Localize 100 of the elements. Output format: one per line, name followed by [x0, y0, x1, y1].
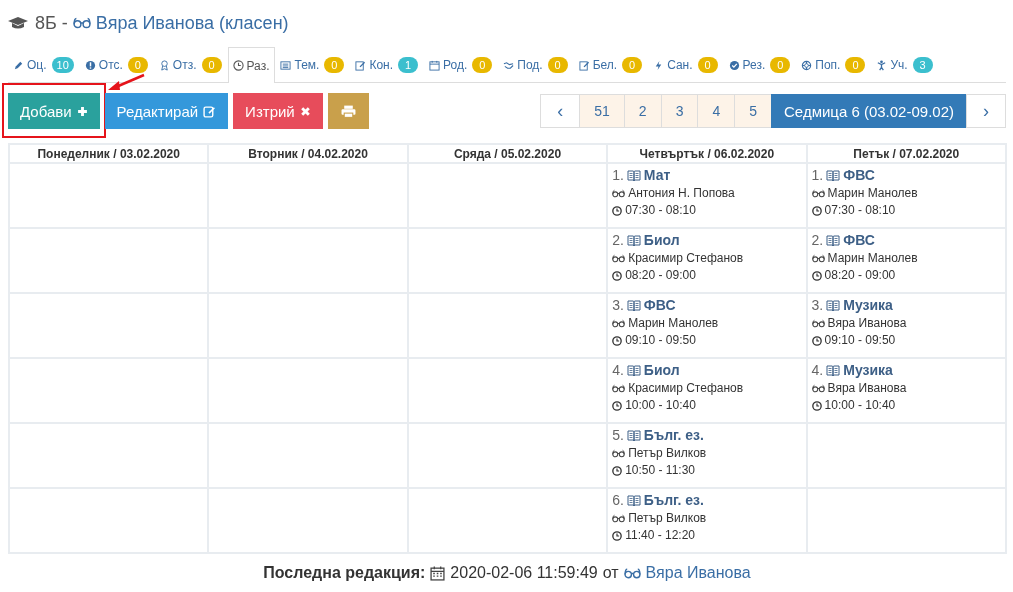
tab[interactable]: Оц. 10: [8, 47, 80, 82]
lesson-time: 11:40 - 12:20: [625, 527, 695, 544]
lesson-time: 10:00 - 10:40: [625, 397, 696, 414]
close-icon: [299, 105, 311, 117]
add-button[interactable]: Добави: [8, 93, 100, 129]
lesson-number: 3.: [612, 296, 624, 315]
book-icon: [626, 364, 641, 377]
glasses-icon: [811, 319, 825, 328]
glasses-icon: [72, 17, 91, 29]
book-icon: [626, 429, 641, 442]
lesson-time: 09:10 - 09:50: [625, 332, 696, 349]
subject-link[interactable]: Музика: [843, 361, 893, 380]
delete-button[interactable]: Изтрий: [233, 93, 323, 129]
edit-icon: [578, 59, 590, 71]
previous-page-button[interactable]: ‹: [540, 94, 581, 128]
award-icon: [158, 59, 170, 71]
last-edit-label: Последна редакция:: [263, 564, 426, 582]
subject-link[interactable]: Музика: [843, 296, 893, 315]
teacher-name: Петър Вилков: [628, 510, 707, 527]
lesson-time: 08:20 - 09:00: [824, 267, 896, 284]
lesson-number: 1.: [612, 166, 624, 185]
lesson-time: 09:10 - 09:50: [824, 332, 896, 349]
print-button[interactable]: [327, 93, 369, 129]
count-badge: 10: [51, 57, 74, 73]
teacher-name: Красимир Стефанов: [628, 380, 744, 397]
pencil-icon: [13, 59, 24, 71]
list-icon: [280, 59, 292, 71]
count-badge: 0: [622, 57, 643, 73]
clock-icon: [612, 335, 623, 346]
page-button[interactable]: 5: [734, 94, 773, 128]
tab[interactable]: Уч. 3: [871, 47, 939, 82]
lesson-number: 1.: [811, 166, 824, 185]
count-badge: 0: [697, 57, 718, 73]
subject-link[interactable]: Биол: [643, 231, 680, 250]
book-icon: [626, 299, 641, 312]
tab[interactable]: Отз. 0: [153, 47, 228, 82]
lesson-time: 07:30 - 08:10: [824, 202, 896, 219]
tab[interactable]: Отс. 0: [79, 47, 154, 82]
tab[interactable]: Сан. 0: [648, 47, 724, 82]
count-badge: 0: [472, 57, 493, 73]
lesson-time: 08:20 - 09:00: [625, 267, 696, 284]
tab[interactable]: Поп. 0: [796, 47, 872, 82]
tab[interactable]: Под. 0: [498, 47, 574, 82]
teacher-name: Красимир Стефанов: [628, 250, 744, 267]
page-button[interactable]: 4: [697, 94, 736, 128]
subject-link[interactable]: Биол: [643, 361, 680, 380]
book-icon: [826, 364, 841, 377]
book-icon: [826, 299, 841, 312]
page-button[interactable]: 2: [623, 94, 662, 128]
subject-link[interactable]: ФВС: [843, 166, 875, 185]
subject-link[interactable]: ФВС: [843, 231, 875, 250]
plus-icon: [76, 105, 88, 117]
page-button[interactable]: 51: [579, 94, 625, 128]
clock-icon: [612, 205, 623, 216]
next-page-button[interactable]: ›: [966, 94, 1006, 128]
glasses-icon: [612, 254, 626, 263]
count-badge: 3: [912, 57, 933, 73]
teacher-name: Вяра Иванова: [827, 380, 907, 397]
author-link[interactable]: Вяра Иванова: [645, 564, 751, 582]
tab[interactable]: Тем. 0: [275, 47, 351, 82]
page-button[interactable]: Седмица 6 (03.02-09.02): [771, 94, 967, 128]
teacher-link[interactable]: Вяра Иванова (класен): [95, 12, 289, 34]
tab[interactable]: Кон. 1: [350, 47, 425, 82]
clock-icon: [612, 400, 623, 411]
count-badge: 0: [201, 57, 222, 73]
clock-icon: [811, 205, 822, 216]
page-button[interactable]: 3: [660, 94, 699, 128]
lesson-number: 4.: [811, 361, 824, 380]
lesson-number: 2.: [811, 231, 824, 250]
lesson-number: 3.: [811, 296, 824, 315]
subject-link[interactable]: Мат: [643, 166, 671, 185]
glasses-icon: [612, 189, 626, 198]
book-icon: [626, 494, 641, 507]
clock-icon: [811, 270, 822, 281]
glasses-icon: [612, 514, 626, 523]
subject-link[interactable]: Бълг. ез.: [643, 491, 704, 510]
count-badge: 0: [547, 57, 568, 73]
count-badge: 0: [324, 57, 345, 73]
book-icon: [826, 169, 841, 182]
check-icon: [728, 59, 740, 71]
count-badge: 0: [845, 57, 866, 73]
tab[interactable]: Раз.: [227, 47, 276, 83]
clock-icon: [811, 400, 822, 411]
clock-icon: [612, 530, 623, 541]
tab[interactable]: Рез. 0: [723, 47, 797, 82]
count-badge: 1: [398, 57, 419, 73]
teacher-name: Антония Н. Попова: [628, 185, 735, 202]
subject-link[interactable]: Бълг. ез.: [643, 426, 704, 445]
lesson-number: 5.: [612, 426, 624, 445]
tab[interactable]: Род. 0: [424, 47, 499, 82]
column-header: Петък / 07.02.2020: [806, 144, 1006, 163]
tab[interactable]: Бел. 0: [573, 47, 649, 82]
book-icon: [626, 234, 641, 247]
column-header: Понеделник / 03.02.2020: [9, 144, 209, 163]
teacher-name: Марин Манолев: [827, 250, 918, 267]
edit-button[interactable]: Редактирай: [104, 93, 229, 129]
lifebuoy-icon: [801, 59, 813, 71]
subject-link[interactable]: ФВС: [643, 296, 676, 315]
printer-icon: [340, 104, 356, 118]
count-badge: 0: [770, 57, 791, 73]
